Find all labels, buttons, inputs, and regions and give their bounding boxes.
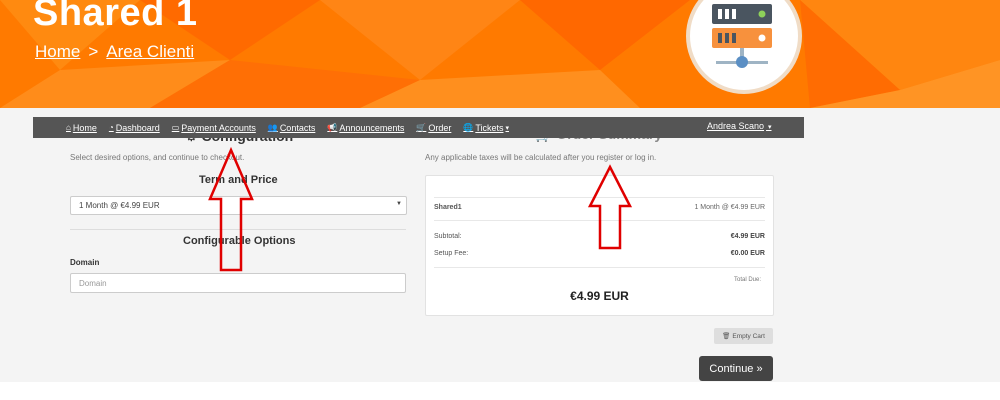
nav-item-order[interactable]: 🛒 Order (416, 123, 451, 133)
footer-strip (0, 382, 1000, 400)
nav-item-label: Payment Accounts (181, 122, 256, 133)
domain-input[interactable]: Domain (70, 273, 406, 293)
users-icon: 👥 (267, 123, 278, 132)
chevron-down-icon: ▾ (766, 124, 772, 131)
tax-note: Any applicable taxes will be calculated … (425, 153, 657, 162)
page-title: Shared 1 (33, 0, 198, 34)
setup-fee-label: Setup Fee: (434, 250, 469, 257)
trash-icon: 🗑 (722, 333, 731, 340)
top-navbar: ⌂ Home ◔ Dashboard ▭ Payment Accounts 👥 Contact… (33, 117, 804, 138)
breadcrumb-home-link[interactable]: Home (35, 42, 80, 61)
divider (434, 267, 765, 268)
nav-item-dashboard[interactable]: ◔ Dashboard (109, 123, 160, 133)
nav-item-label: Home (72, 122, 97, 133)
term-price-heading: Term and Price (199, 174, 278, 186)
credit-card-icon: ▭ (171, 123, 180, 132)
divider (434, 197, 765, 198)
product-name: Shared1 (434, 204, 462, 211)
nav-item-payment-accounts[interactable]: ▭ Payment Accounts (172, 123, 256, 133)
chevron-down-icon: ▾ (505, 124, 509, 132)
order-summary-box: Shared1 1 Month @ €4.99 EUR Subtotal: €4… (425, 175, 774, 316)
divider (70, 229, 406, 230)
user-name: Andrea Scano (707, 121, 765, 131)
server-icon (686, 0, 802, 94)
breadcrumb: Home > Area Clienti (35, 42, 194, 62)
divider (434, 220, 765, 221)
globe-icon: 🌐 (463, 123, 474, 132)
subtotal-label: Subtotal: (434, 233, 462, 240)
total-due-label: Total Due: (733, 277, 761, 283)
hero-banner: Shared 1 Home > Area Clienti (0, 0, 1000, 108)
billing-term-value: 1 Month @ €4.99 EUR (79, 201, 160, 210)
breadcrumb-separator: > (88, 42, 99, 61)
subtotal-value: €4.99 EUR (730, 233, 765, 240)
nav-item-contacts[interactable]: 👥 Contacts (268, 123, 316, 133)
continue-button[interactable]: Continue » (699, 356, 773, 381)
configurable-options-heading: Configurable Options (183, 235, 296, 247)
summary-product-row: Shared1 1 Month @ €4.99 EUR (434, 204, 765, 211)
domain-label: Domain (70, 258, 100, 267)
setup-fee-row: Setup Fee: €0.00 EUR (434, 250, 765, 257)
product-price: 1 Month @ €4.99 EUR (694, 204, 765, 211)
nav-item-label: Contacts (279, 122, 316, 133)
breadcrumb-current-link[interactable]: Area Clienti (106, 42, 194, 61)
configure-intro: Select desired options, and continue to … (70, 153, 245, 162)
home-icon: ⌂ (66, 123, 71, 132)
nav-item-label: Announcements (339, 122, 405, 133)
nav-item-tickets[interactable]: 🌐 Tickets ▾ (463, 123, 509, 133)
nav-item-label: Dashboard (115, 122, 160, 133)
empty-cart-label: Empty Cart (732, 332, 765, 340)
page: Shared 1 Home > Area Clienti Select desi… (0, 0, 1000, 400)
dashboard-icon: ◔ (108, 123, 114, 132)
select-arrow-icon: ▼ (396, 201, 402, 207)
nav-item-label: Order (428, 122, 452, 133)
setup-fee-value: €0.00 EUR (730, 250, 765, 257)
cart-icon: 🛒 (416, 123, 427, 132)
total-due-value: €4.99 EUR (570, 289, 629, 303)
nav-item-home[interactable]: ⌂ Home (66, 123, 97, 133)
bullhorn-icon: 📢 (327, 123, 338, 132)
nav-item-announcements[interactable]: 📢 Announcements (327, 123, 404, 133)
empty-cart-button[interactable]: 🗑 Empty Cart (714, 328, 773, 344)
user-menu[interactable]: Andrea Scano ▾ (707, 121, 970, 131)
subtotal-row: Subtotal: €4.99 EUR (434, 233, 765, 240)
nav-item-label: Tickets (475, 122, 504, 133)
billing-term-select[interactable]: 1 Month @ €4.99 EUR ▼ (70, 196, 407, 215)
